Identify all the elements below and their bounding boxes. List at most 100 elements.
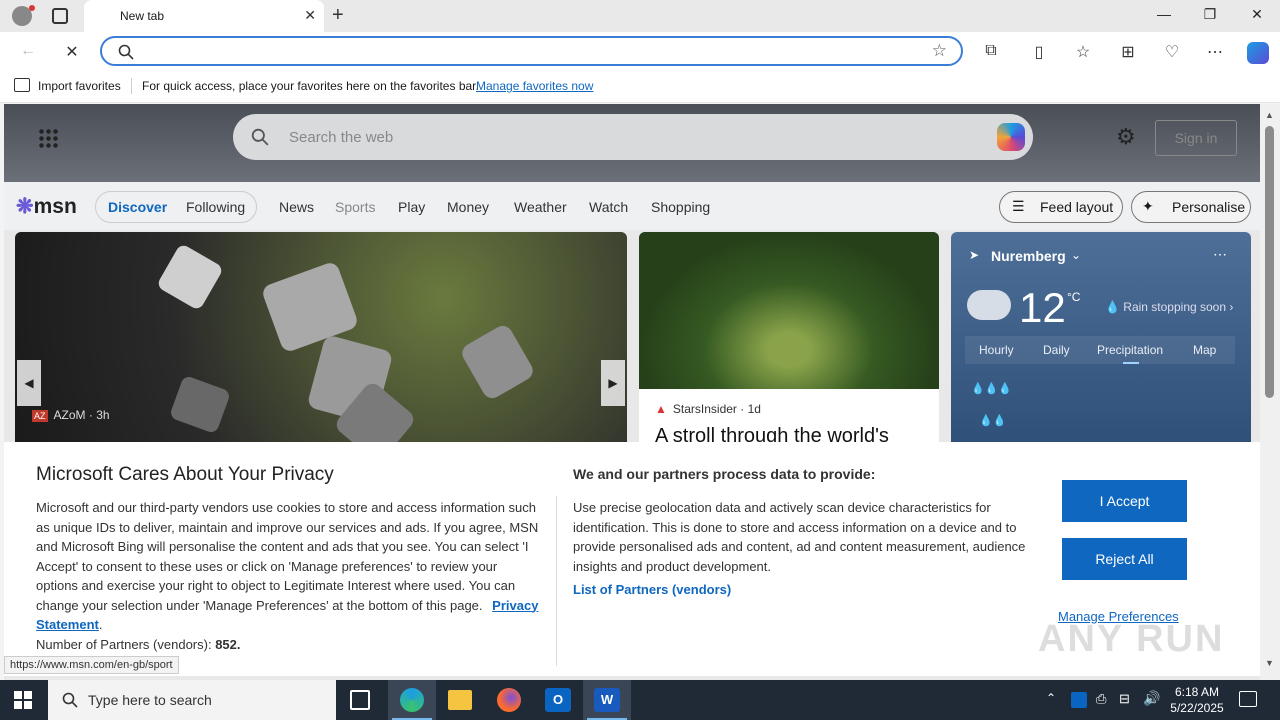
card-age: 1d xyxy=(747,402,761,416)
manage-favorites-link[interactable]: Manage favorites now xyxy=(476,79,593,93)
stop-loading-icon[interactable]: ✕ xyxy=(62,42,82,62)
weather-tab-hourly[interactable]: Hourly xyxy=(979,343,1014,357)
weather-more-icon[interactable]: ⋯ xyxy=(1213,246,1227,263)
clock[interactable]: 6:18 AM 5/22/2025 xyxy=(1166,684,1228,716)
page-scrollbar[interactable]: ▲ ▼ xyxy=(1260,104,1280,680)
file-explorer-icon[interactable] xyxy=(448,690,472,710)
weather-tab-daily[interactable]: Daily xyxy=(1043,343,1070,357)
tab-actions-icon[interactable] xyxy=(52,8,68,24)
rain-drops-icon: 💧💧 xyxy=(979,415,1007,427)
nav-play[interactable]: Play xyxy=(398,199,425,215)
notification-icon[interactable] xyxy=(1239,691,1257,707)
weather-city[interactable]: Nuremberg xyxy=(991,248,1066,264)
address-bar[interactable]: ☆ xyxy=(100,36,963,66)
scroll-up-arrow[interactable]: ▲ xyxy=(1265,110,1274,120)
anyrun-watermark: ANY RUN xyxy=(1038,618,1225,660)
tab-new-tab[interactable]: New tab ✕ xyxy=(84,0,324,32)
outlook-icon[interactable]: O xyxy=(545,688,571,712)
volume-icon[interactable]: 🔊 xyxy=(1143,690,1160,707)
weather-card[interactable]: ➤ Nuremberg ⌄ ⋯ 12 °C 💧 Rain stopping so… xyxy=(951,232,1251,452)
favorite-star-icon[interactable]: ☆ xyxy=(932,41,947,61)
feed-tab-group: Discover Following xyxy=(95,191,257,223)
sliders-icon: ☰ xyxy=(1012,198,1025,214)
weather-tab-precipitation[interactable]: Precipitation xyxy=(1097,343,1163,357)
more-menu-icon[interactable]: ⋯ xyxy=(1205,42,1225,62)
status-bar-url: https://www.msn.com/en-gb/sport xyxy=(4,656,179,674)
carousel-next-button[interactable]: ▶ xyxy=(601,360,625,406)
carousel-prev-button[interactable]: ◀ xyxy=(17,360,41,406)
tab-discover[interactable]: Discover xyxy=(108,199,167,215)
news-card[interactable]: ▲ StarsInsider · 1d A stroll through the … xyxy=(639,232,939,452)
apps-grid-icon[interactable] xyxy=(38,128,58,148)
hero-source: AZ AZoM · 3h xyxy=(32,408,110,422)
sign-in-button[interactable]: Sign in xyxy=(1155,120,1237,156)
privacy-divider xyxy=(556,496,557,666)
restore-icon[interactable]: ❐ xyxy=(1200,6,1220,26)
nav-money[interactable]: Money xyxy=(447,199,489,215)
import-favorites-button[interactable]: Import favorites xyxy=(38,79,121,93)
minimize-icon[interactable]: — xyxy=(1154,6,1174,26)
weather-tabs: Hourly Daily Precipitation Map xyxy=(965,336,1235,364)
personalise-label: Personalise xyxy=(1172,199,1246,215)
city-dropdown-icon[interactable]: ⌄ xyxy=(1071,248,1081,262)
weather-note[interactable]: 💧 Rain stopping soon › xyxy=(1105,300,1233,314)
copilot-icon[interactable] xyxy=(1247,42,1269,64)
taskbar-search-placeholder: Type here to search xyxy=(88,692,212,708)
favorites-icon[interactable]: ☆ xyxy=(1073,42,1093,62)
collections-icon[interactable]: ⊞ xyxy=(1118,42,1138,62)
nav-weather[interactable]: Weather xyxy=(514,199,567,215)
network-icon[interactable]: ⊟ xyxy=(1119,691,1130,707)
start-button[interactable] xyxy=(14,691,32,709)
feed-layout-label: Feed layout xyxy=(1040,199,1114,215)
cloud-rain-icon xyxy=(967,290,1011,320)
search-icon xyxy=(62,692,78,708)
profile-notification-dot xyxy=(29,5,35,11)
back-icon[interactable]: ← xyxy=(18,42,38,62)
tray-outlook-icon[interactable] xyxy=(1071,692,1087,708)
taskbar-search-box[interactable]: Type here to search xyxy=(48,680,336,720)
feed-layout-button[interactable]: ☰ Feed layout xyxy=(999,191,1123,223)
azom-logo: AZ xyxy=(32,410,48,422)
tab-close-icon[interactable]: ✕ xyxy=(304,7,316,24)
edge-taskbar-icon[interactable] xyxy=(388,680,436,720)
hero-carousel-card[interactable]: ◀ ▶ AZ AZoM · 3h xyxy=(15,232,627,452)
web-search-box[interactable]: Search the web xyxy=(233,114,1033,160)
sign-in-label: Sign in xyxy=(1174,130,1218,146)
partners-list-link[interactable]: List of Partners (vendors) xyxy=(573,582,731,597)
favorites-hint: For quick access, place your favorites h… xyxy=(142,79,479,93)
tray-device-icon[interactable]: ⎙ xyxy=(1096,691,1106,707)
copilot-search-icon[interactable] xyxy=(997,123,1025,151)
msn-logo[interactable]: ❋msn xyxy=(16,194,77,219)
privacy-consent-banner: Microsoft Cares About Your Privacy Micro… xyxy=(4,442,1260,676)
tab-title: New tab xyxy=(120,9,165,23)
weather-tab-map[interactable]: Map xyxy=(1193,343,1216,357)
nav-news[interactable]: News xyxy=(279,199,314,215)
tray-chevron-icon[interactable]: ⌃ xyxy=(1046,691,1056,705)
nav-shopping[interactable]: Shopping xyxy=(651,199,710,215)
task-view-icon[interactable] xyxy=(350,690,370,710)
tab-following[interactable]: Following xyxy=(186,199,245,215)
new-tab-icon[interactable]: + xyxy=(332,4,344,27)
firefox-icon[interactable] xyxy=(497,688,521,712)
starsinsider-icon: ▲ xyxy=(655,402,667,416)
scroll-down-arrow[interactable]: ▼ xyxy=(1265,658,1274,668)
search-icon xyxy=(118,44,134,60)
weather-tab-indicator xyxy=(1123,362,1139,364)
accept-button[interactable]: I Accept xyxy=(1062,480,1187,522)
import-favorites-icon[interactable] xyxy=(14,78,30,92)
weather-note-text: Rain stopping soon xyxy=(1123,300,1227,314)
scroll-thumb[interactable] xyxy=(1265,126,1274,398)
personalise-button[interactable]: ✦ Personalise xyxy=(1131,191,1251,223)
reject-all-button[interactable]: Reject All xyxy=(1062,538,1187,580)
partners-body: Use precise geolocation data and activel… xyxy=(573,500,1026,574)
nav-watch[interactable]: Watch xyxy=(589,199,628,215)
settings-gear-icon[interactable]: ⚙ xyxy=(1116,124,1136,150)
split-screen-icon[interactable]: ▯ xyxy=(1029,42,1049,62)
browser-essentials-icon[interactable]: ♡ xyxy=(1162,42,1182,62)
card-source: ▲ StarsInsider · 1d xyxy=(655,402,761,416)
word-icon[interactable]: W xyxy=(583,680,631,720)
extensions-icon[interactable]: ⧉ xyxy=(981,42,1001,62)
close-window-icon[interactable]: ✕ xyxy=(1247,6,1267,26)
nav-sports[interactable]: Sports xyxy=(335,199,375,215)
partners-title: We and our partners process data to prov… xyxy=(573,466,876,482)
